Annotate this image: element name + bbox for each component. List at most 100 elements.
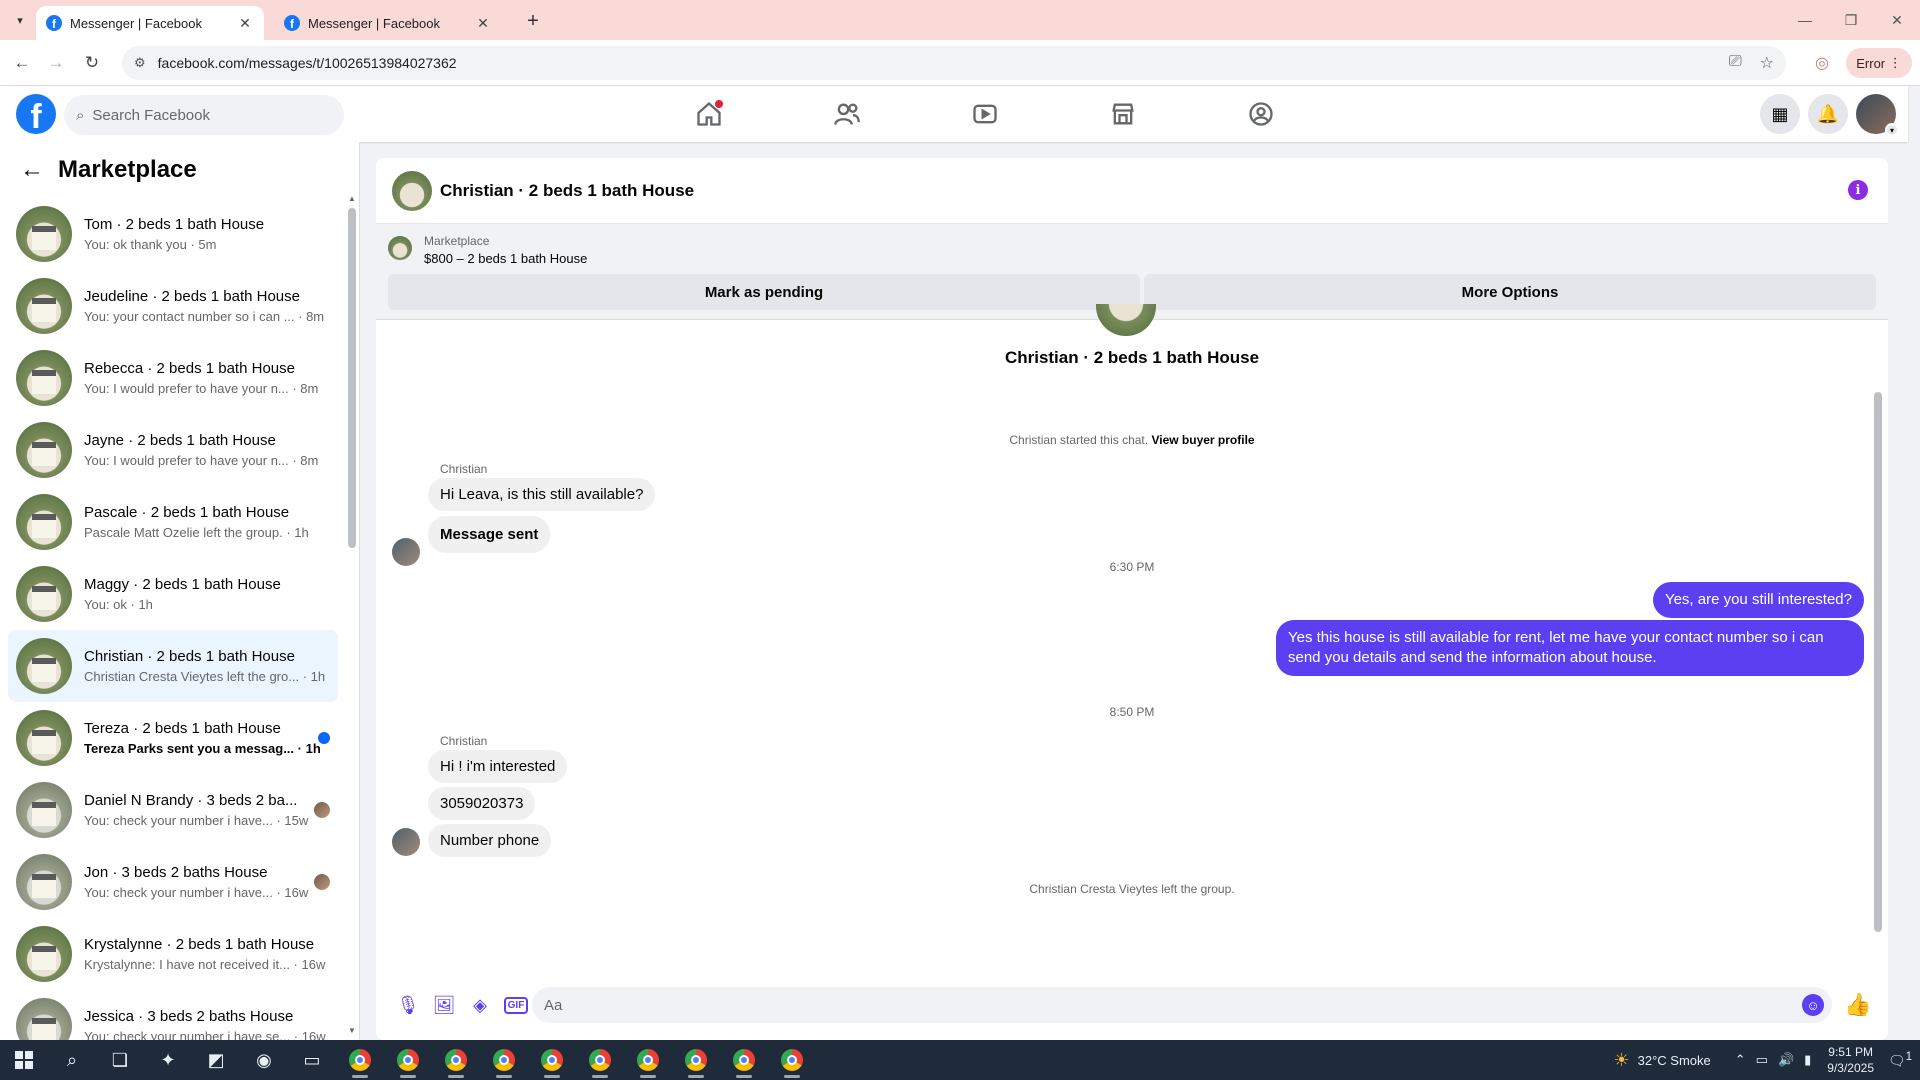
weather-widget[interactable]: ☀ 32°C Smoke bbox=[1613, 1050, 1710, 1071]
conversation-item[interactable]: Daniel N Brandy · 3 beds 2 ba... You: che… bbox=[8, 774, 338, 846]
conversation-item[interactable]: Jon · 3 beds 2 baths House You: check you… bbox=[8, 846, 338, 918]
url-text[interactable]: facebook.com/messages/t/1002651398402736… bbox=[158, 55, 457, 71]
outgoing-message[interactable]: Yes, are you still interested? bbox=[1652, 582, 1864, 618]
incoming-message[interactable]: Hi Leava, is this still available? bbox=[428, 478, 656, 511]
chat-started-notice: Christian started this chat. View buyer … bbox=[376, 433, 1888, 447]
back-arrow-icon[interactable]: ← bbox=[20, 156, 44, 184]
notifications-bell-icon[interactable]: 🔔 bbox=[1808, 94, 1848, 134]
incoming-message[interactable]: Hi ! i'm interested bbox=[428, 750, 568, 783]
sender-avatar[interactable] bbox=[392, 828, 420, 856]
battery-icon[interactable]: ▮ bbox=[1804, 1052, 1811, 1068]
listing-price-title[interactable]: $800 – 2 beds 1 bath House bbox=[424, 251, 587, 266]
conversation-item[interactable]: Jayne · 2 beds 1 bath House You: I would … bbox=[8, 414, 338, 486]
start-button[interactable] bbox=[0, 1040, 48, 1080]
view-buyer-profile-link[interactable]: View buyer profile bbox=[1151, 433, 1254, 447]
minimize-icon[interactable]: — bbox=[1782, 0, 1828, 40]
incoming-message[interactable]: Number phone bbox=[428, 824, 552, 857]
facebook-search[interactable]: ⌕ bbox=[64, 95, 344, 135]
conversation-item[interactable]: Jessica · 3 beds 2 baths House You: check… bbox=[8, 990, 338, 1040]
chevron-up-icon[interactable]: ⌃ bbox=[1735, 1052, 1746, 1068]
home-icon[interactable] bbox=[640, 86, 778, 142]
account-avatar[interactable]: ▾ bbox=[1856, 94, 1899, 137]
chrome-icon[interactable] bbox=[624, 1040, 672, 1080]
copilot-icon[interactable]: ✦ bbox=[144, 1040, 192, 1080]
browser-profile-icon[interactable]: ◎ bbox=[1808, 50, 1836, 76]
more-options-button[interactable]: More Options bbox=[1144, 274, 1876, 310]
conversation-item[interactable]: Jeudeline · 2 beds 1 bath House You: your… bbox=[8, 270, 338, 342]
facebook-logo-icon[interactable]: f bbox=[16, 94, 56, 134]
install-app-icon[interactable]: ⎚ bbox=[1729, 53, 1742, 73]
chrome-icon[interactable] bbox=[480, 1040, 528, 1080]
scroll-down-icon[interactable]: ▼ bbox=[348, 1026, 356, 1035]
back-arrow-icon[interactable]: ← bbox=[10, 51, 34, 75]
scroll-up-icon[interactable]: ▲ bbox=[348, 194, 356, 203]
task-view-icon[interactable]: ❏ bbox=[96, 1040, 144, 1080]
chrome-icon[interactable] bbox=[336, 1040, 384, 1080]
file-explorer-icon[interactable]: ▭ bbox=[288, 1040, 336, 1080]
menu-grid-icon[interactable]: ▦ bbox=[1760, 94, 1800, 134]
incoming-message[interactable]: 3059020373 bbox=[428, 787, 536, 820]
chrome-icon[interactable] bbox=[528, 1040, 576, 1080]
friends-icon[interactable] bbox=[778, 86, 916, 142]
sidebar-scrollbar[interactable] bbox=[348, 208, 356, 548]
error-button[interactable]: Error ⋮ bbox=[1846, 48, 1912, 78]
video-icon[interactable] bbox=[916, 86, 1054, 142]
address-bar[interactable]: ⚙ facebook.com/messages/t/10026513984027… bbox=[122, 46, 1786, 80]
conversation-item[interactable]: Maggy · 2 beds 1 bath House You: ok · 1h bbox=[8, 558, 338, 630]
close-tab-icon[interactable]: ✕ bbox=[474, 15, 492, 32]
bookmark-star-icon[interactable]: ☆ bbox=[1760, 53, 1774, 73]
chrome-icon[interactable] bbox=[672, 1040, 720, 1080]
thread-scrollbar[interactable] bbox=[1874, 392, 1882, 932]
emoji-icon[interactable]: ☺ bbox=[1802, 994, 1824, 1016]
chrome-icon[interactable] bbox=[384, 1040, 432, 1080]
network-icon[interactable]: ▭ bbox=[1756, 1052, 1768, 1068]
conversation-item[interactable]: Pascale · 2 beds 1 bath House Pascale Mat… bbox=[8, 486, 338, 558]
app-icon[interactable]: ◩ bbox=[192, 1040, 240, 1080]
conversation-item[interactable]: Rebecca · 2 beds 1 bath House You: I woul… bbox=[8, 342, 338, 414]
conversation-name: Krystalynne · 2 beds 1 bath House bbox=[84, 936, 315, 953]
sticker-icon[interactable]: ◈ bbox=[462, 987, 498, 1023]
chat-title[interactable]: Christian · 2 beds 1 bath House bbox=[440, 181, 694, 201]
clock[interactable]: 9:51 PM 9/3/2025 bbox=[1827, 1044, 1874, 1076]
conversation-item[interactable]: Tom · 2 beds 1 bath House You: ok thank y… bbox=[8, 198, 338, 270]
search-input[interactable] bbox=[92, 106, 313, 124]
chrome-icon[interactable] bbox=[576, 1040, 624, 1080]
chat-panel: Christian · 2 beds 1 bath House i Market… bbox=[376, 158, 1888, 1040]
conversation-list: Tom · 2 beds 1 bath House You: ok thank y… bbox=[8, 198, 338, 1040]
mark-as-pending-button[interactable]: Mark as pending bbox=[388, 274, 1140, 310]
photo-icon[interactable]: 🖼 bbox=[426, 987, 462, 1023]
browser-tab-1[interactable]: f Messenger | Facebook ✕ bbox=[36, 6, 264, 40]
chrome-icon[interactable] bbox=[768, 1040, 816, 1080]
volume-icon[interactable]: 🔊 bbox=[1778, 1052, 1794, 1068]
chrome-icon[interactable] bbox=[720, 1040, 768, 1080]
chat-listing-avatar[interactable] bbox=[392, 170, 432, 211]
groups-icon[interactable] bbox=[1192, 86, 1330, 142]
message-input[interactable] bbox=[544, 996, 1744, 1014]
listing-thumbnail[interactable] bbox=[388, 236, 412, 260]
browser-tab-2[interactable]: f Messenger | Facebook ✕ bbox=[274, 6, 502, 40]
site-info-icon[interactable]: ⚙ bbox=[134, 55, 146, 71]
tab-search-chevron-icon[interactable]: ▾ bbox=[8, 8, 32, 32]
close-tab-icon[interactable]: ✕ bbox=[236, 15, 254, 32]
close-window-icon[interactable]: ✕ bbox=[1874, 0, 1920, 40]
forward-arrow-icon[interactable]: → bbox=[44, 51, 68, 75]
incoming-message[interactable]: Message sent bbox=[428, 516, 551, 553]
edge-browser-icon[interactable]: ◉ bbox=[240, 1040, 288, 1080]
gif-icon[interactable]: GIF bbox=[498, 987, 534, 1023]
search-icon[interactable]: ⌕ bbox=[48, 1040, 96, 1080]
reload-icon[interactable]: ↻ bbox=[80, 51, 104, 75]
info-icon[interactable]: i bbox=[1848, 180, 1868, 200]
listing-thumbnail bbox=[16, 782, 72, 838]
outgoing-message[interactable]: Yes this house is still available for re… bbox=[1276, 620, 1864, 676]
conversation-item[interactable]: Krystalynne · 2 beds 1 bath House Krystal… bbox=[8, 918, 338, 990]
conversation-sidebar: ← Marketplace Tom · 2 beds 1 bath House Y… bbox=[0, 142, 360, 1040]
marketplace-icon[interactable] bbox=[1054, 86, 1192, 142]
conversation-item-active[interactable]: Christian · 2 beds 1 bath House Christian… bbox=[8, 630, 338, 702]
chrome-icon[interactable] bbox=[432, 1040, 480, 1080]
restore-icon[interactable]: ❐ bbox=[1828, 0, 1874, 40]
thumbs-up-icon[interactable]: 👍 bbox=[1842, 989, 1874, 1021]
conversation-item-unread[interactable]: Tereza · 2 beds 1 bath House Tereza Parks… bbox=[8, 702, 338, 774]
new-tab-button[interactable]: + bbox=[520, 8, 546, 34]
notification-center-icon[interactable]: 🗨1 bbox=[1886, 1050, 1914, 1070]
microphone-icon[interactable]: 🎙 bbox=[390, 987, 426, 1023]
